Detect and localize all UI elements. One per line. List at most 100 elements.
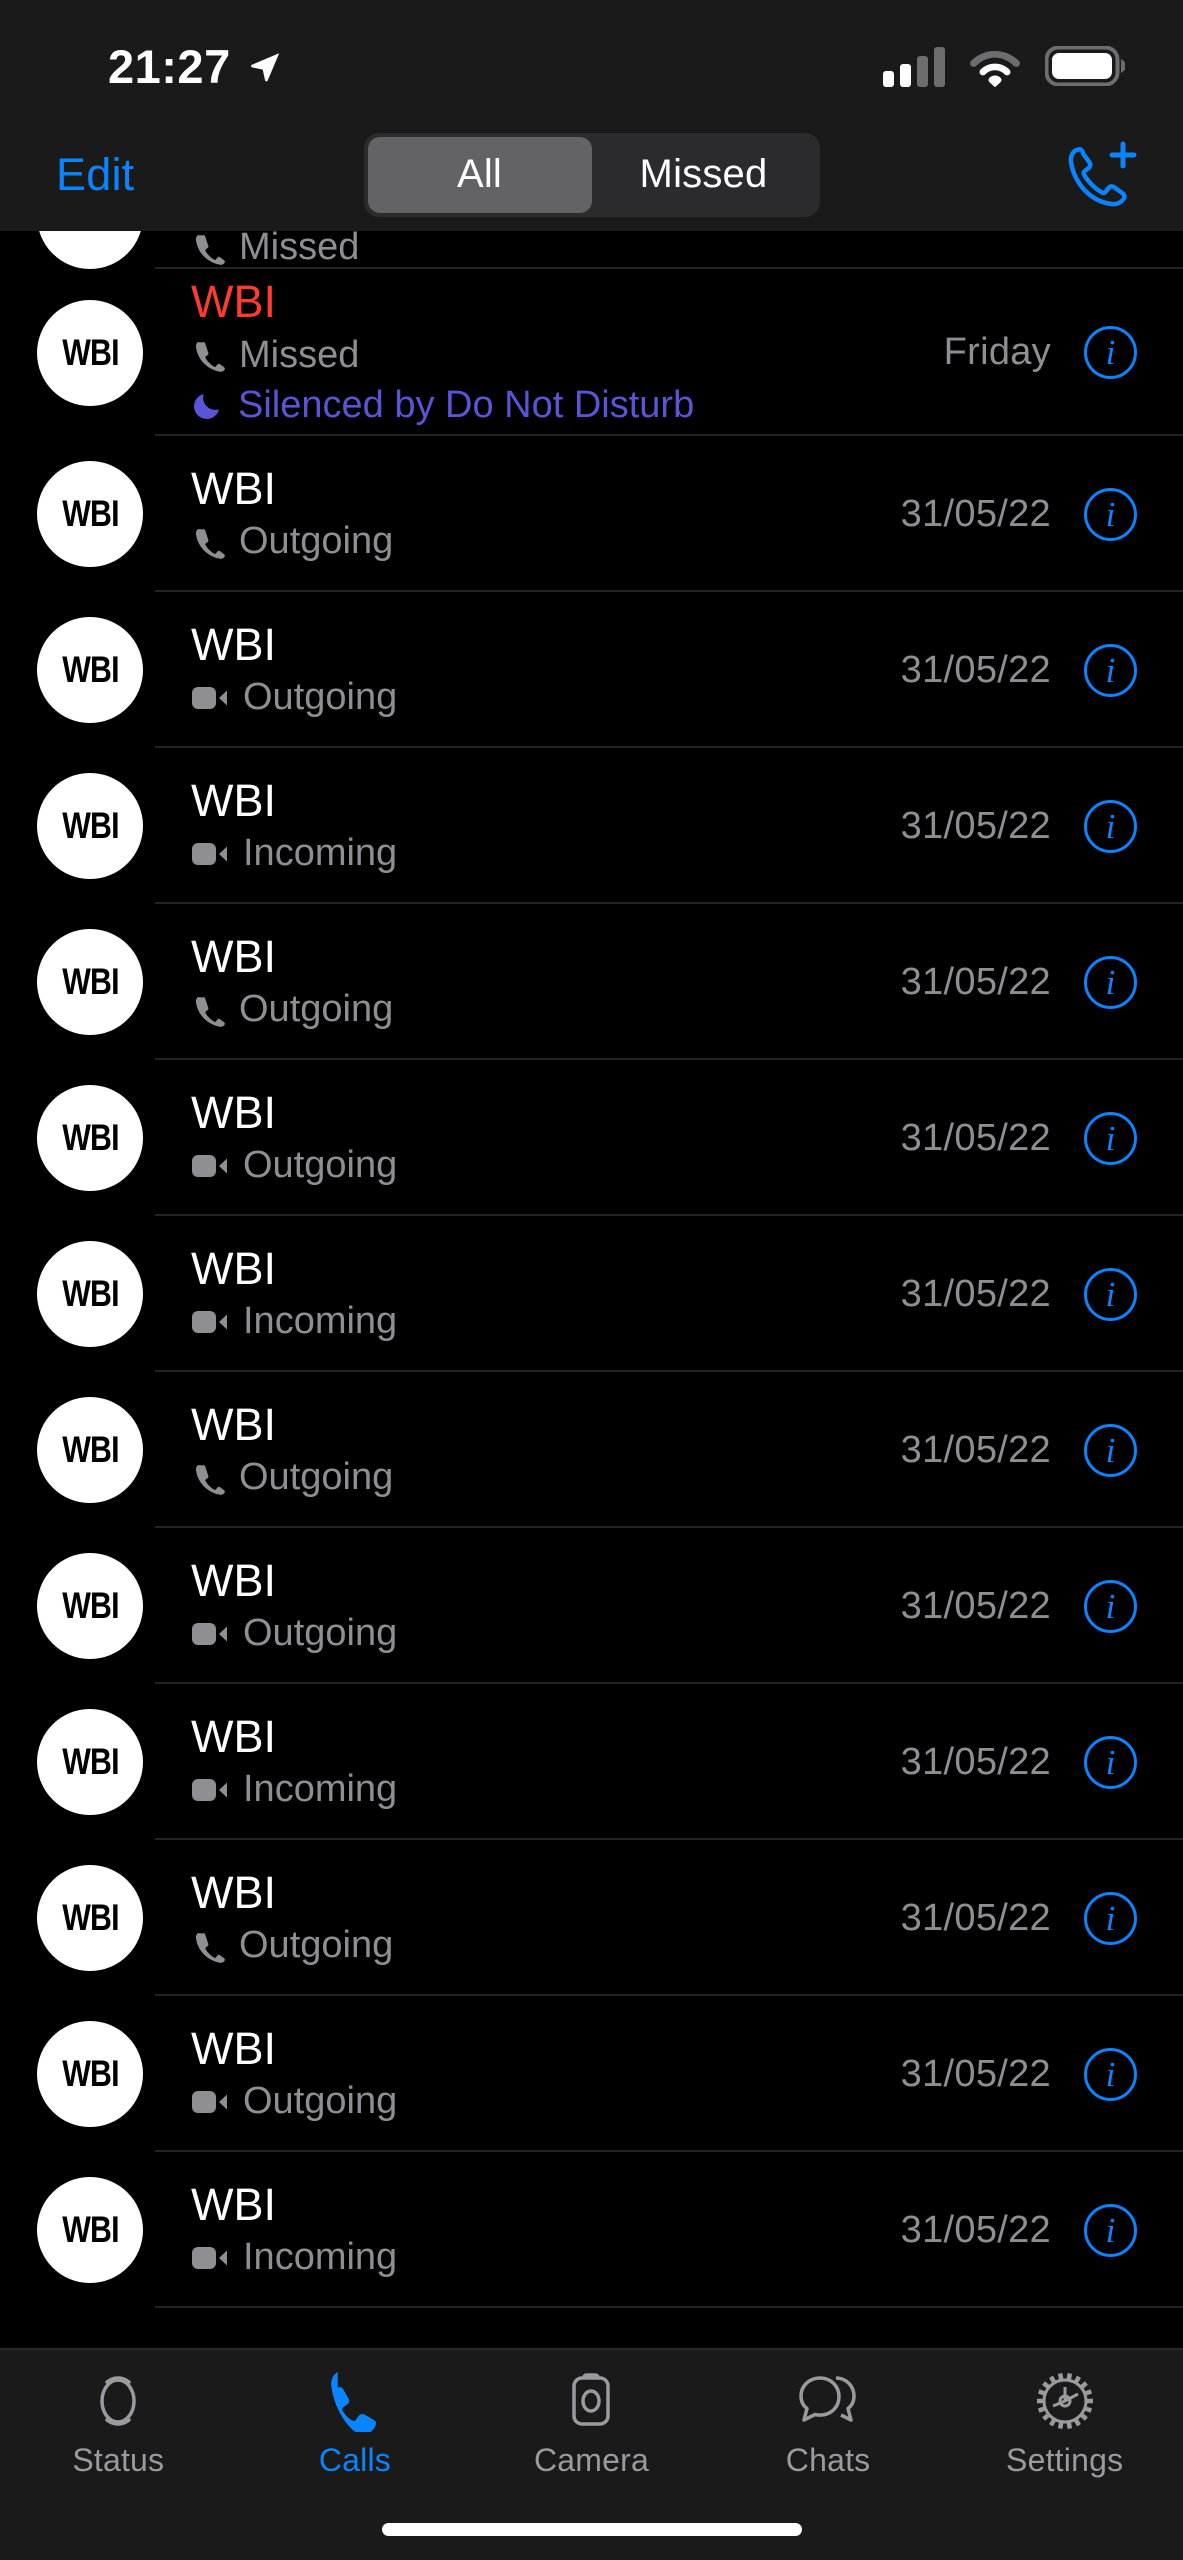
tab-status[interactable]: Status	[0, 2370, 237, 2479]
call-type-row: Outgoing	[191, 1145, 887, 1187]
avatar: WBI	[37, 773, 143, 879]
edit-button[interactable]: Edit	[56, 149, 134, 201]
call-row-right: 31/05/22 i	[901, 2203, 1137, 2257]
new-call-button[interactable]	[1063, 138, 1137, 212]
tab-calls[interactable]: Calls	[237, 2370, 474, 2479]
call-filter-segmented-control[interactable]: All Missed	[363, 132, 820, 217]
call-type-row: Outgoing	[191, 1925, 887, 1967]
contact-name: WBI	[191, 275, 276, 327]
call-row[interactable]: WBI WBI Outgoing 31/05/22 i	[0, 592, 1183, 748]
call-row-body: WBI Incoming	[191, 777, 887, 875]
call-row[interactable]: WBI WBI Incoming 31/05/22 i	[0, 1684, 1183, 1840]
call-type-label: Outgoing	[243, 1144, 398, 1187]
info-circle-icon[interactable]: i	[1084, 643, 1137, 697]
video-icon	[192, 843, 227, 866]
call-type-label: Outgoing	[243, 2080, 398, 2123]
tab-label: Camera	[533, 2442, 649, 2478]
info-circle-icon[interactable]: i	[1084, 487, 1137, 541]
camera-icon	[562, 2370, 620, 2432]
call-row-right: 31/05/22 i	[900, 1267, 1137, 1321]
call-type-row: Incoming	[191, 2237, 887, 2279]
call-row[interactable]: WBI WBI Outgoing 31/05/22 i	[0, 436, 1183, 592]
info-circle-icon[interactable]: i	[1084, 799, 1137, 853]
call-type-label: Outgoing	[239, 988, 394, 1031]
call-history-list[interactable]: WBI Missed WBI WBI Missed Silenced by Do Not …	[0, 231, 1183, 2348]
info-circle-icon[interactable]: i	[1084, 1267, 1137, 1321]
call-row[interactable]: WBI WBI Incoming 31/05/22 i	[0, 748, 1183, 904]
call-type-row: Incoming	[191, 1301, 887, 1343]
call-row[interactable]: WBI WBI Incoming 31/05/22 i	[0, 2152, 1183, 2308]
call-row-right: 31/05/22 i	[901, 1423, 1137, 1477]
wifi-icon	[970, 51, 1020, 87]
tab-bar[interactable]: Status Calls Camera Chats Settings	[0, 2348, 1183, 2498]
call-row[interactable]: WBI WBI Outgoing 31/05/22 i	[0, 1840, 1183, 1996]
call-row-body: WBI Incoming	[191, 2181, 887, 2279]
call-type-row: Outgoing	[191, 1457, 887, 1499]
contact-name: WBI	[191, 774, 276, 826]
info-circle-icon[interactable]: i	[1084, 1579, 1137, 1633]
navigation-bar: Edit All Missed	[0, 118, 1183, 231]
call-row-right: 31/05/22 i	[900, 643, 1137, 697]
call-row[interactable]: WBI WBI Outgoing 31/05/22 i	[0, 1528, 1183, 1684]
contact-name: WBI	[191, 1866, 276, 1918]
call-type-row: Outgoing	[191, 2081, 887, 2123]
call-type-label: Incoming	[243, 1768, 398, 1811]
tab-missed[interactable]: Missed	[592, 137, 816, 213]
camera-icon	[572, 2373, 611, 2426]
info-circle-icon[interactable]: i	[1084, 955, 1137, 1009]
call-timestamp: Friday	[943, 331, 1051, 373]
tab-settings[interactable]: Settings	[946, 2370, 1183, 2479]
info-circle-icon[interactable]: i	[1084, 1891, 1137, 1945]
call-row[interactable]: WBI WBI Outgoing 31/05/22 i	[0, 1060, 1183, 1216]
avatar-initials: WBI	[61, 961, 119, 1002]
avatar-initials: WBI	[61, 1117, 119, 1158]
call-row[interactable]: WBI WBI Missed Silenced by Do Not Disturb Fr…	[0, 269, 1183, 436]
phone-icon	[195, 997, 225, 1028]
info-circle-icon[interactable]: i	[1084, 1423, 1137, 1477]
call-row[interactable]: WBI WBI Incoming 31/05/22 i	[0, 1216, 1183, 1372]
avatar-initials: WBI	[61, 2209, 119, 2250]
info-circle-icon[interactable]: i	[1084, 2047, 1137, 2101]
tab-chats[interactable]: Chats	[710, 2370, 947, 2479]
call-row-right: 31/05/22 i	[901, 2047, 1137, 2101]
call-type-row: Outgoing	[191, 677, 887, 719]
call-row-body: WBI Outgoing	[191, 1557, 887, 1655]
call-row-body: WBI Outgoing	[191, 621, 887, 719]
call-type-label: Outgoing	[239, 1456, 394, 1499]
call-row[interactable]: WBI WBI Outgoing 31/05/22 i	[0, 1996, 1183, 2152]
info-circle-icon[interactable]: i	[1084, 2203, 1137, 2257]
call-row-body: WBI Outgoing	[191, 2025, 887, 2123]
phone-icon	[195, 529, 225, 560]
call-row[interactable]: WBI WBI Outgoing 31/05/22 i	[0, 904, 1183, 1060]
call-timestamp: 31/05/22	[900, 1740, 1051, 1783]
avatar-initials: WBI	[61, 805, 119, 846]
phone-icon	[195, 342, 225, 373]
tab-camera[interactable]: Camera	[473, 2370, 710, 2479]
avatar: WBI	[37, 929, 143, 1035]
call-row-body: WBI Incoming	[191, 1245, 887, 1343]
call-row-right: 31/05/22 i	[900, 955, 1137, 1009]
call-row[interactable]: WBI WBI Outgoing 31/05/22 i	[0, 1372, 1183, 1528]
contact-name: WBI	[191, 1086, 276, 1138]
phone-screen: 21:27 Edit All Missed Missed WBI WBI Mis…	[0, 0, 1183, 2560]
tab-all[interactable]: All	[367, 136, 592, 213]
video-icon	[192, 1779, 227, 1802]
call-type-row: Missed	[191, 231, 1137, 269]
info-circle-icon[interactable]: i	[1084, 1111, 1137, 1165]
call-row-right: 31/05/22 i	[901, 487, 1137, 541]
chat-bubbles-icon	[799, 2376, 856, 2422]
contact-name: WBI	[191, 930, 276, 982]
info-circle-icon[interactable]: i	[1084, 1735, 1137, 1789]
info-circle-icon[interactable]: i	[1084, 326, 1137, 379]
call-row-right: 31/05/22 i	[901, 1891, 1137, 1945]
status-bar-left: 21:27	[108, 43, 282, 90]
call-type-label: Outgoing	[243, 676, 398, 719]
status-bar-right	[883, 45, 1125, 87]
call-row-body: Missed	[191, 231, 1137, 269]
call-timestamp: 31/05/22	[900, 648, 1051, 691]
call-row[interactable]: WBI Missed	[0, 231, 1183, 269]
call-timestamp: 31/05/22	[900, 1272, 1051, 1315]
call-timestamp: 31/05/22	[900, 960, 1051, 1003]
call-timestamp: 31/05/22	[900, 804, 1051, 847]
dnd-row: Silenced by Do Not Disturb	[191, 385, 930, 427]
